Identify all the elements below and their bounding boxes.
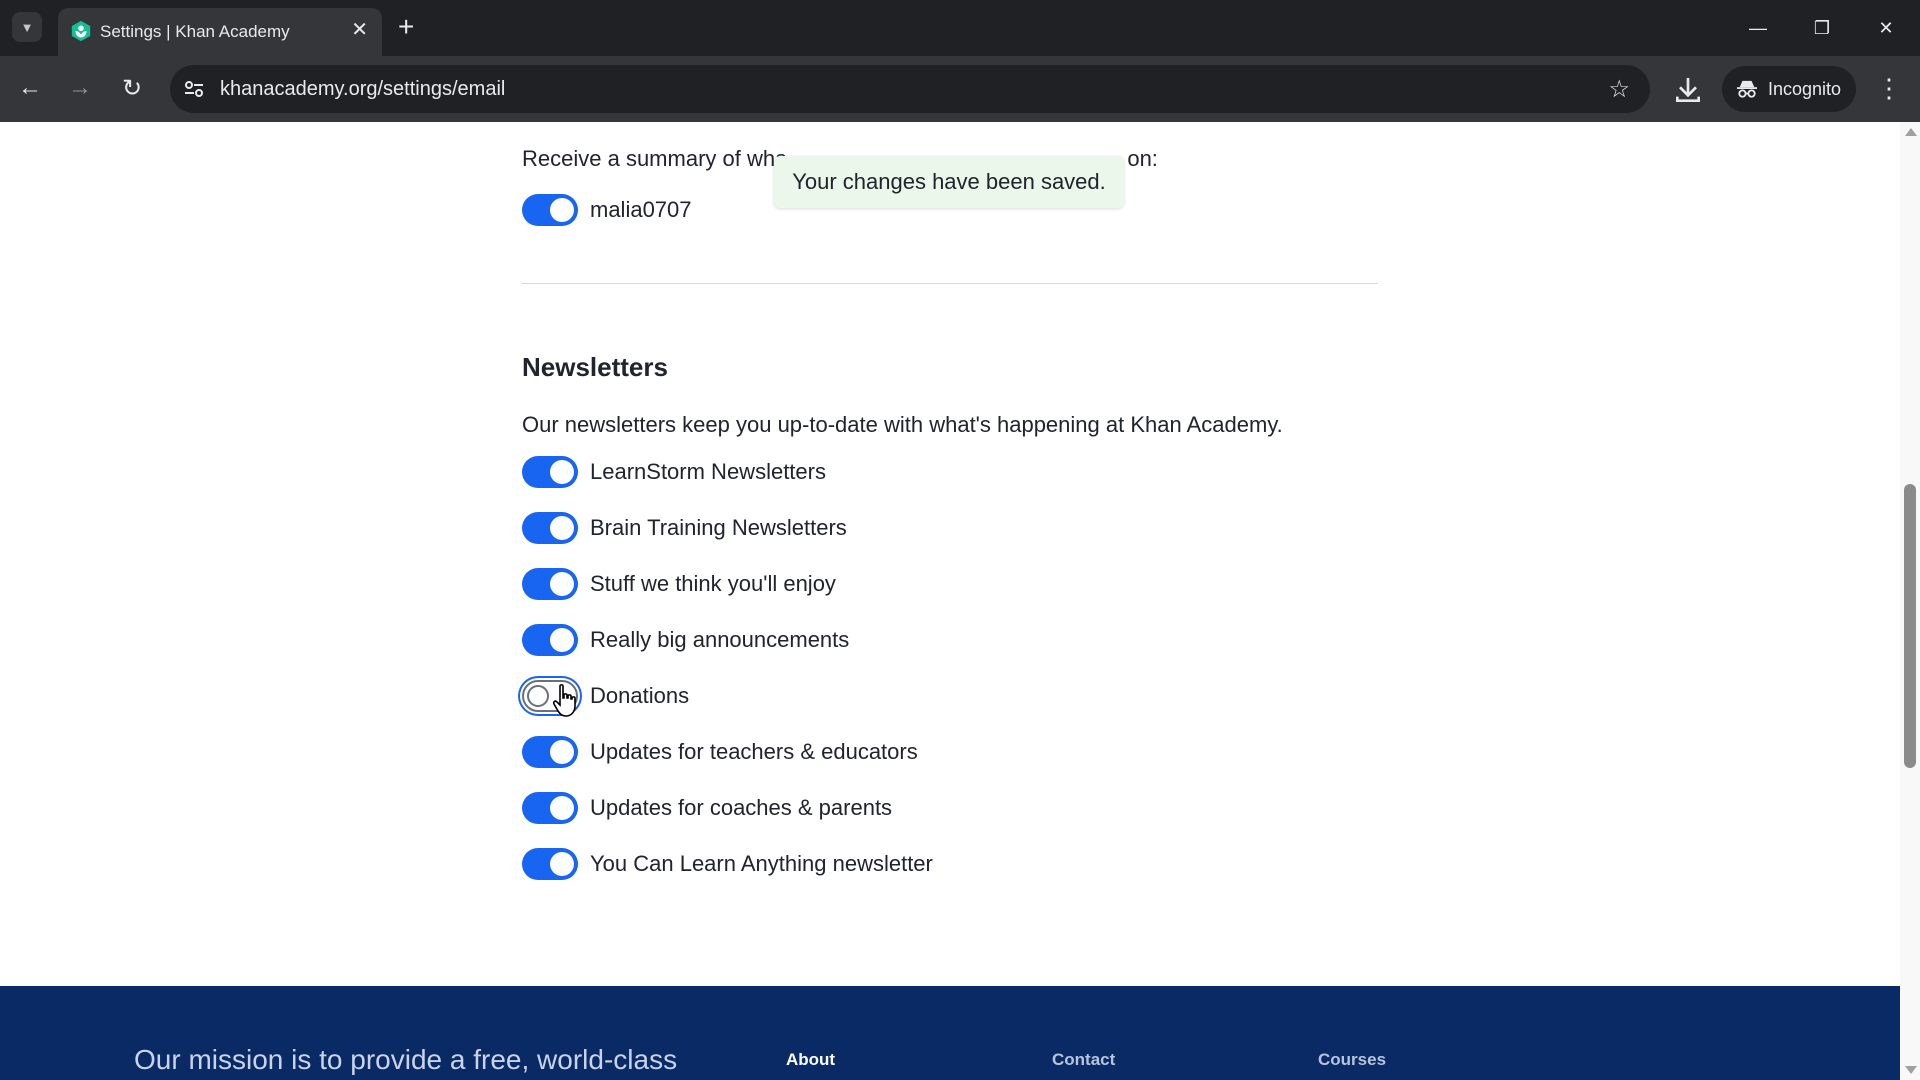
stuff-you-enjoy-toggle[interactable] <box>522 568 578 600</box>
tab-bar: ▼ Settings | Khan Academy ✕ + — ❐ ✕ <box>0 0 1920 56</box>
newsletter-row: Really big announcements <box>522 622 849 658</box>
reload-icon[interactable]: ↻ <box>114 70 150 106</box>
child-username: malia0707 <box>590 197 692 222</box>
newsletter-label: Brain Training Newsletters <box>590 515 847 540</box>
newsletters-title: Newsletters <box>522 352 668 382</box>
khan-academy-favicon-icon <box>71 20 91 42</box>
forward-icon[interactable]: → <box>62 70 98 106</box>
footer-courses-link[interactable]: Courses <box>1318 1050 1386 1070</box>
newsletter-row: Stuff we think you'll enjoy <box>522 566 836 602</box>
tab-search-button[interactable]: ▼ <box>12 12 42 42</box>
close-window-icon[interactable]: ✕ <box>1862 10 1910 46</box>
newsletter-label: Stuff we think you'll enjoy <box>590 571 836 596</box>
summary-prefix: Receive a summary of wha <box>522 146 788 171</box>
scroll-thumb[interactable] <box>1904 484 1916 768</box>
url-text[interactable]: khanacademy.org/settings/email <box>220 78 505 101</box>
newsletter-label: LearnStorm Newsletters <box>590 459 826 484</box>
newsletter-label: Updates for teachers & educators <box>590 739 918 764</box>
newsletter-row: You Can Learn Anything newsletter <box>522 846 933 882</box>
newsletter-row: Donations <box>522 678 689 714</box>
new-tab-icon[interactable]: + <box>398 12 414 42</box>
learnstorm-toggle[interactable] <box>522 456 578 488</box>
restore-icon[interactable]: ❐ <box>1798 10 1846 46</box>
hand-cursor-icon <box>552 684 576 717</box>
newsletter-label: Really big announcements <box>590 627 850 652</box>
teachers-toggle[interactable] <box>522 736 578 768</box>
summary-suffix: on: <box>1127 146 1158 171</box>
incognito-indicator[interactable]: Incognito <box>1722 66 1856 112</box>
browser-menu-icon[interactable]: ⋮ <box>1876 74 1902 102</box>
incognito-icon <box>1737 80 1757 98</box>
incognito-label: Incognito <box>1768 78 1842 99</box>
browser-toolbar: ← → ↻ khanacademy.org/settings/email ☆ I… <box>0 56 1920 122</box>
footer-contact-link[interactable]: Contact <box>1052 1050 1115 1070</box>
download-icon[interactable] <box>1672 74 1704 106</box>
tab-title: Settings | Khan Academy <box>100 22 290 41</box>
newsletter-row: Updates for teachers & educators <box>522 734 918 770</box>
child-summary-toggle[interactable] <box>522 194 578 226</box>
bookmark-star-icon[interactable]: ☆ <box>1608 75 1630 104</box>
newsletter-row: Updates for coaches & parents <box>522 790 892 826</box>
close-tab-icon[interactable]: ✕ <box>351 19 368 41</box>
newsletter-row: LearnStorm Newsletters <box>522 454 826 490</box>
site-settings-icon[interactable] <box>182 77 206 101</box>
newsletter-label: You Can Learn Anything newsletter <box>590 851 933 876</box>
site-footer: Our mission is to provide a free, world-… <box>0 986 1900 1080</box>
saved-toast: Your changes have been saved. <box>774 156 1124 208</box>
section-divider <box>522 283 1378 284</box>
newsletters-description: Our newsletters keep you up-to-date with… <box>522 412 1283 437</box>
newsletter-label: Donations <box>590 683 690 708</box>
learn-anything-toggle[interactable] <box>522 848 578 880</box>
scroll-down-icon[interactable] <box>1905 1066 1917 1074</box>
child-summary-row: malia0707 <box>522 192 692 228</box>
minimize-icon[interactable]: — <box>1734 10 1782 46</box>
footer-about-link[interactable]: About <box>786 1050 835 1070</box>
page-scrollbar[interactable] <box>1900 122 1920 1080</box>
coaches-toggle[interactable] <box>522 792 578 824</box>
address-bar[interactable]: khanacademy.org/settings/email ☆ <box>170 65 1650 113</box>
newsletter-label: Updates for coaches & parents <box>590 795 893 820</box>
footer-mission: Our mission is to provide a free, world-… <box>134 1044 678 1075</box>
page-viewport: Receive a summary of wha on: malia0707 Ne… <box>0 122 1900 1080</box>
scroll-up-icon[interactable] <box>1905 128 1917 136</box>
newsletter-row: Brain Training Newsletters <box>522 510 847 546</box>
chevron-down-icon: ▼ <box>20 19 34 35</box>
brain-training-toggle[interactable] <box>522 512 578 544</box>
big-announcements-toggle[interactable] <box>522 624 578 656</box>
back-icon[interactable]: ← <box>12 70 48 106</box>
active-tab[interactable]: Settings | Khan Academy ✕ <box>58 8 382 56</box>
